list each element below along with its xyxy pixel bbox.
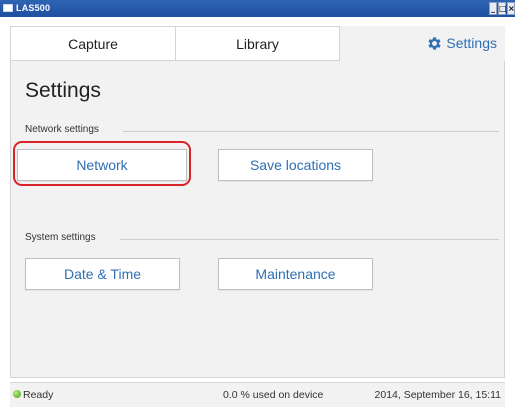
status-text: Ready bbox=[23, 389, 54, 401]
tab-library-label: Library bbox=[236, 35, 279, 52]
window-title: LAS500 bbox=[16, 3, 51, 13]
status-datetime: 2014, September 16, 15:11 bbox=[374, 389, 501, 401]
app-icon bbox=[3, 4, 13, 12]
minimize-button[interactable]: _ bbox=[489, 2, 497, 15]
main-tabs: Capture Library Settings bbox=[10, 26, 505, 61]
tab-settings-label: Settings bbox=[446, 35, 497, 51]
gear-icon bbox=[428, 36, 442, 50]
section-label-system: System settings bbox=[25, 232, 96, 243]
section-label-network: Network settings bbox=[25, 124, 99, 135]
title-bar[interactable]: LAS500 _ □ × bbox=[0, 0, 515, 17]
tab-capture-label: Capture bbox=[68, 35, 118, 52]
save-locations-button[interactable]: Save locations bbox=[218, 149, 373, 181]
section-divider-system bbox=[120, 239, 499, 240]
settings-panel: Settings Network settings Network Save l… bbox=[10, 61, 505, 378]
storage-usage: 0.0 % used on device bbox=[223, 389, 324, 401]
maintenance-button[interactable]: Maintenance bbox=[218, 258, 373, 290]
close-button[interactable]: × bbox=[507, 2, 515, 15]
date-time-button[interactable]: Date & Time bbox=[25, 258, 180, 290]
tab-settings[interactable]: Settings bbox=[340, 26, 505, 61]
page-title: Settings bbox=[25, 79, 101, 102]
status-bar: Ready 0.0 % used on device 2014, Septemb… bbox=[10, 382, 505, 407]
status-indicator-icon bbox=[13, 390, 21, 398]
maximize-button[interactable]: □ bbox=[498, 2, 507, 15]
section-divider-network bbox=[123, 131, 499, 132]
window-controls: _ □ × bbox=[488, 0, 515, 17]
tab-library[interactable]: Library bbox=[175, 26, 340, 61]
tab-capture[interactable]: Capture bbox=[10, 26, 175, 61]
highlight-ring bbox=[13, 141, 191, 186]
app-window: LAS500 _ □ × Capture Library Settings Se… bbox=[0, 0, 515, 409]
